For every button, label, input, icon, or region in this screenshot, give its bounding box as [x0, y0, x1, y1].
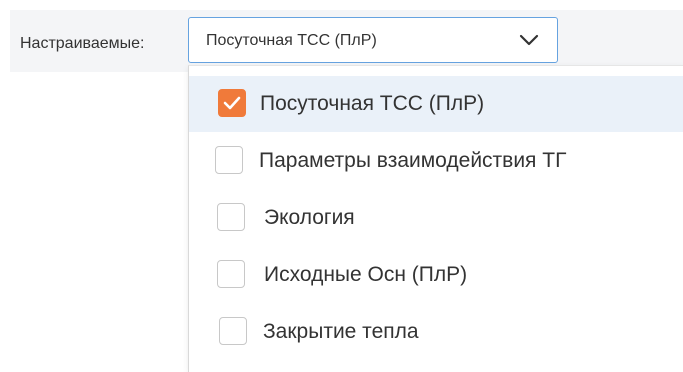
option-checkbox[interactable] [217, 260, 245, 288]
select-value: Посуточная ТСС (ПлР) [206, 32, 377, 49]
option-label: Параметры взаимодействия ТГ [259, 149, 567, 172]
option-checkbox[interactable] [215, 146, 243, 174]
dropdown-menu: Посуточная ТСС (ПлР) Параметры взаимодей… [188, 65, 683, 372]
option-parametry-vzaimodeystviya[interactable]: Параметры взаимодействия ТГ [189, 133, 683, 189]
filter-label: Настраиваемые: [20, 35, 145, 52]
option-posutochnaya-tss[interactable]: Посуточная ТСС (ПлР) [189, 76, 683, 132]
option-checkbox[interactable] [219, 317, 247, 345]
option-ekologiya[interactable]: Экология [189, 190, 683, 246]
option-label: Экология [264, 206, 355, 229]
option-checkbox[interactable] [218, 89, 246, 117]
option-label: Посуточная ТСС (ПлР) [260, 92, 485, 115]
option-checkbox[interactable] [217, 203, 245, 231]
option-label: Закрытие тепла [263, 320, 419, 343]
option-iskhodnye-osn[interactable]: Исходные Осн (ПлР) [189, 247, 683, 303]
filter-select[interactable]: Посуточная ТСС (ПлР) [188, 17, 558, 63]
chevron-down-icon[interactable] [517, 30, 541, 50]
page: Настраиваемые: Посуточная ТСС (ПлР) Посу… [0, 0, 683, 372]
option-label: Исходные Осн (ПлР) [264, 263, 468, 286]
option-zakrytie-tepla[interactable]: Закрытие тепла [189, 304, 683, 360]
checkmark-icon [223, 96, 241, 110]
